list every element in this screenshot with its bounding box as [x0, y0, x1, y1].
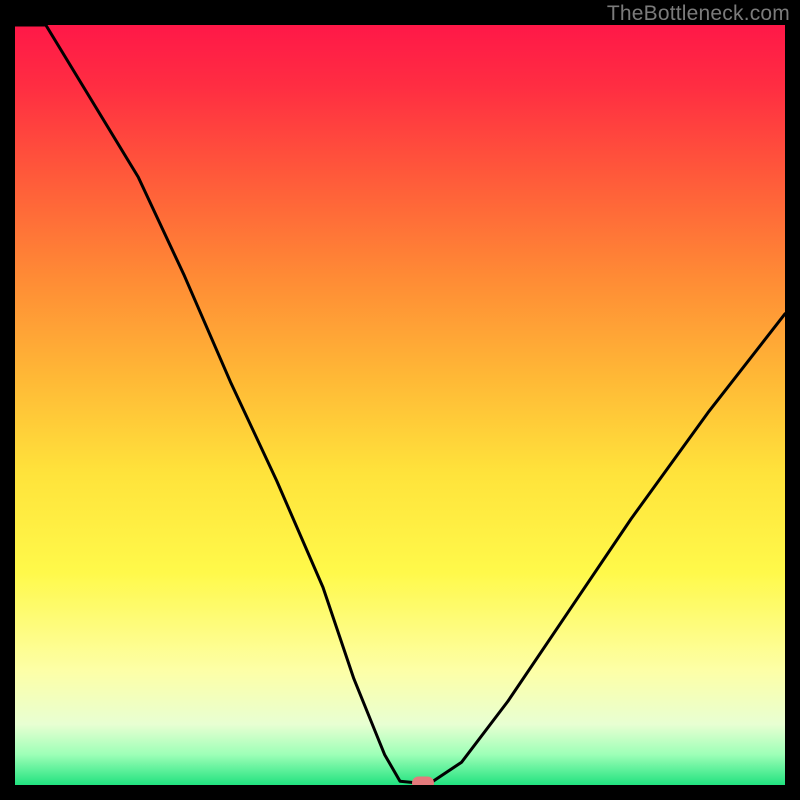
bottleneck-curve [15, 25, 785, 785]
chart-stage: TheBottleneck.com [0, 0, 800, 800]
plot-area [15, 25, 785, 785]
watermark-text: TheBottleneck.com [607, 2, 790, 26]
optimal-point-marker [412, 776, 434, 785]
